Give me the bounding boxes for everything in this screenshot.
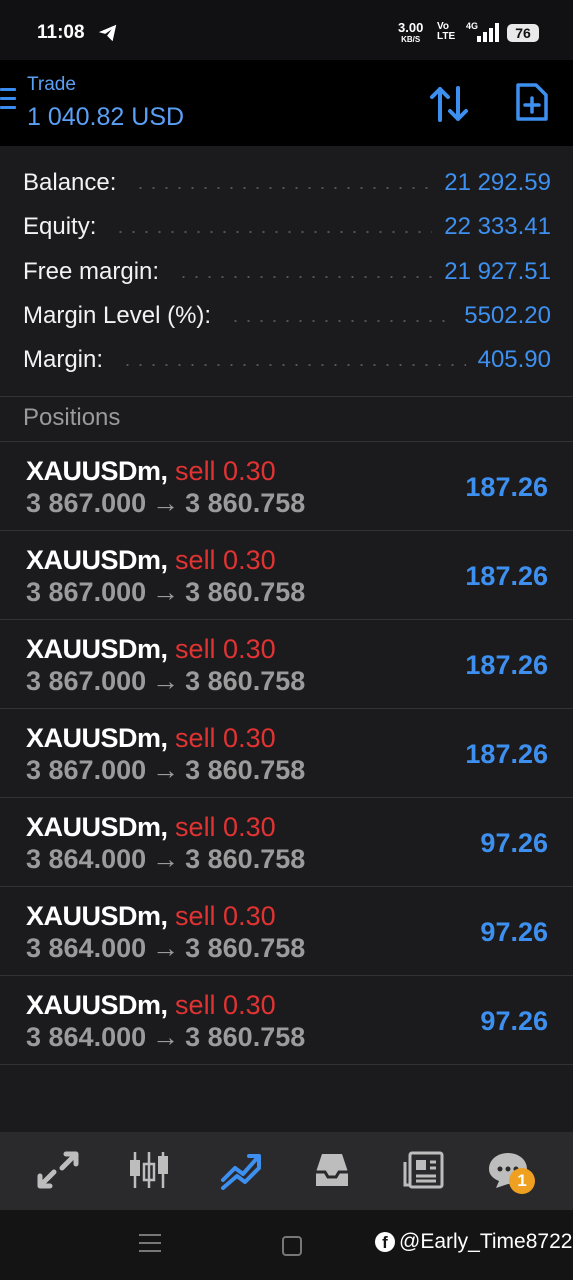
signal-icon: 4G [466, 21, 499, 42]
position-current-price: 3 860.758 [185, 844, 306, 874]
position-profit: 187.26 [465, 561, 548, 591]
summary-value: 21 292.59 [444, 169, 551, 196]
arrow-right-icon: → [152, 488, 180, 518]
position-row[interactable]: XAUUSDm, sell 0.30 3 867.000 → 3 860.758 1… [0, 620, 573, 709]
position-symbol: XAUUSDm, [26, 901, 168, 931]
menu-icon[interactable] [0, 88, 18, 114]
arrow-right-icon: → [152, 666, 180, 696]
position-side: sell 0.30 [175, 990, 276, 1020]
position-row[interactable]: XAUUSDm, sell 0.30 3 867.000 → 3 860.758 1… [0, 709, 573, 798]
summary-value: 5502.20 [464, 302, 551, 329]
summary-row-equity: Equity: 22 333.41 [23, 212, 551, 242]
dotted-leader [229, 320, 453, 322]
recent-apps-button[interactable] [139, 1234, 161, 1254]
position-profit: 97.26 [480, 917, 548, 947]
position-current-price: 3 860.758 [185, 1022, 306, 1052]
dotted-leader [114, 231, 433, 233]
messages-badge: 1 [509, 1168, 535, 1194]
position-open-price: 3 864.000 [26, 1022, 147, 1052]
net-speed: 3.00 KB/S [398, 20, 424, 44]
position-row[interactable]: XAUUSDm, sell 0.30 3 864.000 → 3 860.758 9… [0, 887, 573, 976]
position-open-price: 3 867.000 [26, 577, 147, 607]
history-inbox-icon[interactable] [310, 1150, 354, 1190]
summary-label: Margin: [23, 346, 104, 373]
arrow-right-icon: → [152, 844, 180, 874]
position-side: sell 0.30 [175, 723, 276, 753]
new-order-icon[interactable] [514, 82, 550, 122]
position-side: sell 0.30 [175, 812, 276, 842]
system-nav-bar: f @Early_Time8722 [0, 1210, 573, 1280]
position-profit: 187.26 [465, 472, 548, 502]
summary-label: Equity: [23, 213, 97, 240]
position-current-price: 3 860.758 [185, 933, 306, 963]
summary-label: Margin Level (%): [23, 302, 212, 329]
volte-indicator: Vo LTE [437, 21, 456, 42]
arrow-right-icon: → [152, 1022, 180, 1052]
position-current-price: 3 860.758 [185, 666, 306, 696]
position-open-price: 3 867.000 [26, 666, 147, 696]
summary-row-free-margin: Free margin: 21 927.51 [23, 257, 551, 287]
divider [0, 396, 573, 397]
telegram-icon [98, 24, 117, 42]
dotted-leader [121, 364, 466, 366]
position-symbol: XAUUSDm, [26, 545, 168, 575]
position-row[interactable]: XAUUSDm, sell 0.30 3 864.000 → 3 860.758 9… [0, 798, 573, 887]
position-side: sell 0.30 [175, 634, 276, 664]
bottom-nav [0, 1132, 573, 1210]
summary-row-margin: Margin: 405.90 [23, 345, 551, 375]
watermark: f @Early_Time8722 [375, 1230, 572, 1254]
trade-trend-icon[interactable] [219, 1150, 263, 1190]
summary-value: 405.90 [477, 346, 551, 373]
position-current-price: 3 860.758 [185, 577, 306, 607]
position-symbol: XAUUSDm, [26, 456, 168, 486]
profit-total: 1 040.82 USD [27, 103, 185, 131]
position-current-price: 3 860.758 [185, 755, 306, 785]
summary-row-balance: Balance: 21 292.59 [23, 168, 551, 198]
position-side: sell 0.30 [175, 456, 276, 486]
status-time: 11:08 [37, 22, 85, 43]
dotted-leader [177, 276, 433, 278]
page-title: Trade [27, 74, 76, 95]
facebook-icon: f [375, 1232, 395, 1252]
position-open-price: 3 867.000 [26, 755, 147, 785]
position-profit: 97.26 [480, 1006, 548, 1036]
position-symbol: XAUUSDm, [26, 990, 168, 1020]
arrow-right-icon: → [152, 933, 180, 963]
svg-text:4G: 4G [466, 21, 478, 31]
position-symbol: XAUUSDm, [26, 634, 168, 664]
watermark-text: @Early_Time8722 [399, 1230, 573, 1253]
position-profit: 97.26 [480, 828, 548, 858]
quotes-arrows-icon[interactable] [36, 1150, 80, 1190]
position-profit: 187.26 [465, 739, 548, 769]
position-current-price: 3 860.758 [185, 488, 306, 518]
position-open-price: 3 864.000 [26, 933, 147, 963]
status-bar: 11:08 3.00 KB/S Vo LTE 4G 76 [0, 0, 573, 60]
position-profit: 187.26 [465, 650, 548, 680]
position-row[interactable]: XAUUSDm, sell 0.30 3 867.000 → 3 860.758 1… [0, 531, 573, 620]
position-side: sell 0.30 [175, 901, 276, 931]
position-side: sell 0.30 [175, 545, 276, 575]
news-icon[interactable] [402, 1150, 446, 1190]
battery-indicator: 76 [507, 24, 539, 42]
position-symbol: XAUUSDm, [26, 812, 168, 842]
chart-candles-icon[interactable] [127, 1150, 171, 1190]
arrow-right-icon: → [152, 577, 180, 607]
summary-value: 22 333.41 [444, 213, 551, 240]
summary-value: 21 927.51 [444, 258, 551, 285]
arrow-right-icon: → [152, 755, 180, 785]
position-row[interactable]: XAUUSDm, sell 0.30 3 867.000 → 3 860.758 1… [0, 442, 573, 531]
position-row[interactable]: XAUUSDm, sell 0.30 3 864.000 → 3 860.758 9… [0, 976, 573, 1065]
position-symbol: XAUUSDm, [26, 723, 168, 753]
home-button[interactable] [282, 1236, 302, 1256]
sort-icon[interactable] [428, 84, 470, 124]
position-open-price: 3 867.000 [26, 488, 147, 518]
summary-label: Free margin: [23, 258, 160, 285]
dotted-leader [134, 187, 433, 189]
position-open-price: 3 864.000 [26, 844, 147, 874]
app-header: Trade 1 040.82 USD [0, 60, 573, 146]
summary-label: Balance: [23, 169, 117, 196]
positions-heading: Positions [23, 404, 121, 431]
summary-row-margin-level: Margin Level (%): 5502.20 [23, 301, 551, 331]
